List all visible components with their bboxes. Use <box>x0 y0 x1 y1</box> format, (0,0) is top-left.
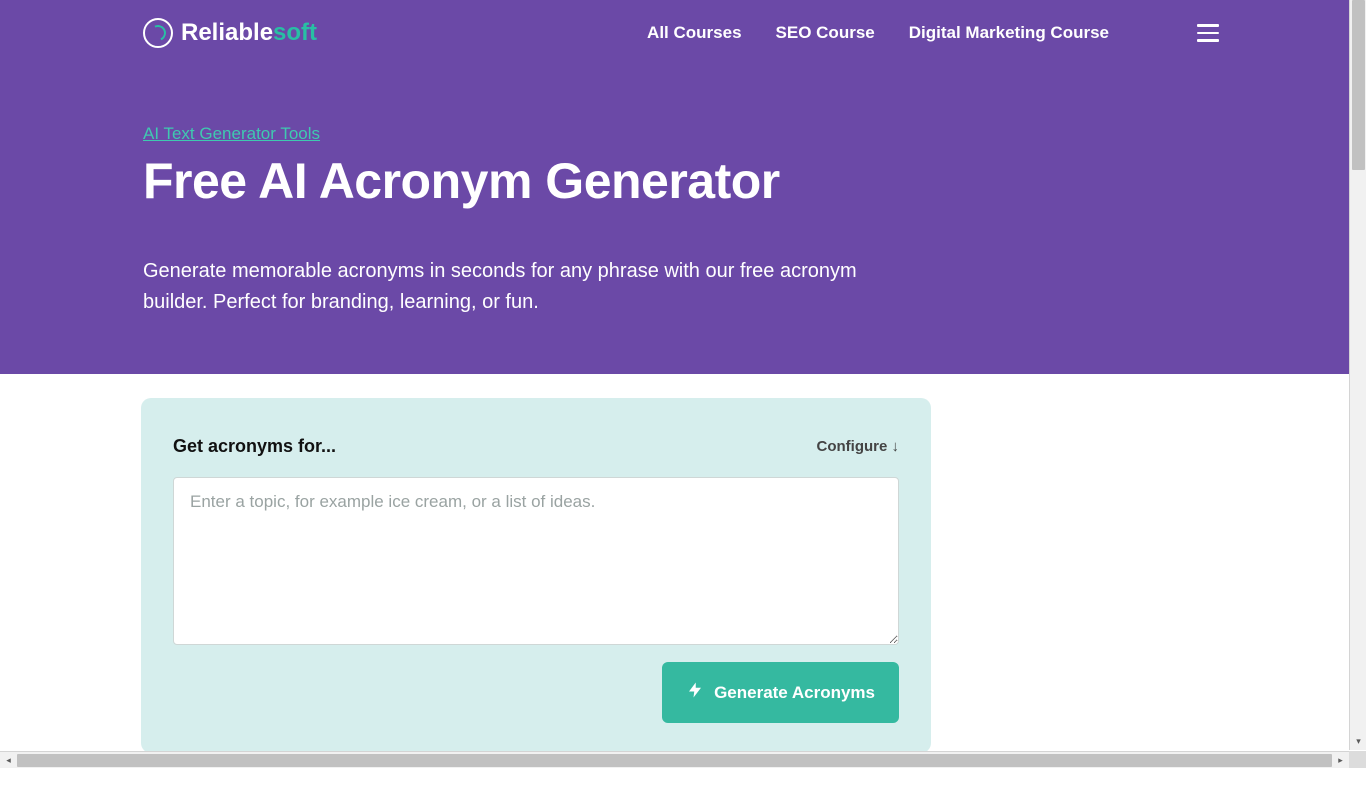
brand-name-part1: Reliable <box>181 19 273 46</box>
primary-nav: All Courses SEO Course Digital Marketing… <box>647 20 1223 46</box>
scroll-left-arrow-icon[interactable]: ◂ <box>0 752 17 769</box>
vertical-scrollbar-thumb[interactable] <box>1352 0 1365 170</box>
breadcrumb-link[interactable]: AI Text Generator Tools <box>143 124 320 144</box>
logo-icon <box>143 18 173 48</box>
nav-seo-course[interactable]: SEO Course <box>776 23 875 43</box>
generate-acronyms-button[interactable]: Generate Acronyms <box>662 662 899 723</box>
site-header: Reliablesoft All Courses SEO Course Digi… <box>143 0 1223 52</box>
acronym-tool-card: Get acronyms for... Configure ↓ Generate… <box>141 398 931 753</box>
hamburger-menu-icon[interactable] <box>1193 20 1223 46</box>
configure-toggle[interactable]: Configure ↓ <box>817 438 900 455</box>
hero-section: Reliablesoft All Courses SEO Course Digi… <box>0 0 1366 374</box>
brand-name-part2: soft <box>273 19 317 46</box>
scrollbar-corner <box>1349 751 1366 768</box>
horizontal-scrollbar-thumb[interactable] <box>17 754 1332 767</box>
bolt-icon <box>686 680 704 705</box>
logo-swoosh-icon <box>148 23 169 44</box>
page-description: Generate memorable acronyms in seconds f… <box>143 256 923 318</box>
nav-all-courses[interactable]: All Courses <box>647 23 741 43</box>
vertical-scrollbar[interactable]: ▾ <box>1349 0 1366 750</box>
brand-name: Reliablesoft <box>181 19 317 47</box>
tool-actions: Generate Acronyms <box>173 662 899 723</box>
horizontal-scrollbar[interactable]: ◂ ▸ <box>0 751 1349 768</box>
brand-logo[interactable]: Reliablesoft <box>143 18 317 48</box>
page-title: Free AI Acronym Generator <box>143 152 1223 210</box>
generate-button-label: Generate Acronyms <box>714 683 875 703</box>
scroll-down-arrow-icon[interactable]: ▾ <box>1350 733 1366 750</box>
tool-header: Get acronyms for... Configure ↓ <box>173 436 899 457</box>
topic-input[interactable] <box>173 477 899 645</box>
tool-input-label: Get acronyms for... <box>173 436 336 457</box>
nav-digital-marketing-course[interactable]: Digital Marketing Course <box>909 23 1109 43</box>
scroll-right-arrow-icon[interactable]: ▸ <box>1332 752 1349 769</box>
